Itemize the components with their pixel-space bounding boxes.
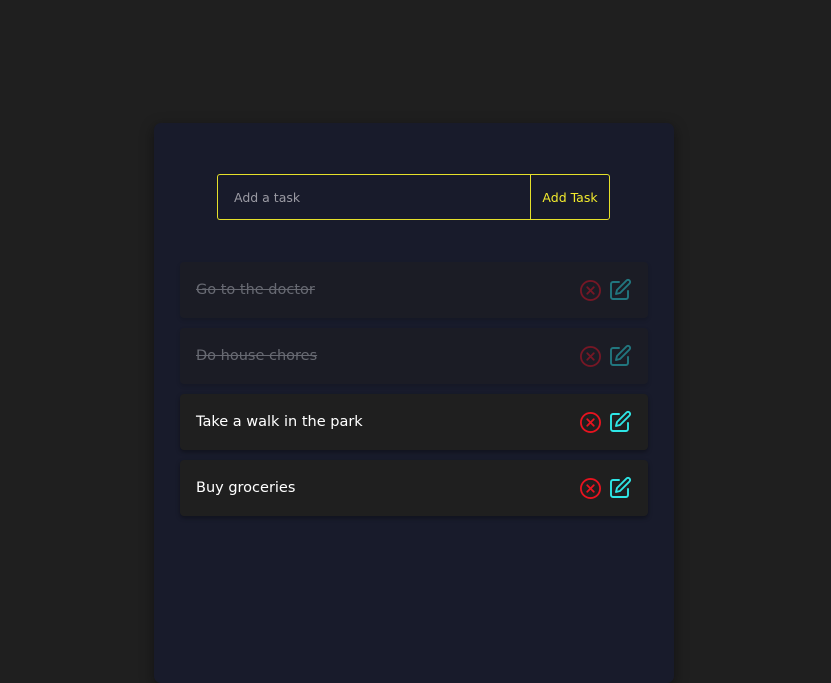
add-task-form: Add Task <box>217 174 610 220</box>
task-list: Go to the doctor Do house chores Take a wa… <box>180 262 648 526</box>
task-text[interactable]: Take a walk in the park <box>196 414 578 430</box>
task-text[interactable]: Go to the doctor <box>196 282 578 298</box>
task-input[interactable] <box>217 174 530 220</box>
task-actions <box>578 410 632 434</box>
edit-task-edit-icon[interactable] <box>608 476 632 500</box>
task-item[interactable]: Go to the doctor <box>180 262 648 318</box>
task-text[interactable]: Do house chores <box>196 348 578 364</box>
add-task-button[interactable]: Add Task <box>530 174 610 220</box>
task-actions <box>578 476 632 500</box>
todo-card: Add Task Go to the doctor Do house chores… <box>154 123 674 683</box>
delete-task-close-circle-icon[interactable] <box>578 344 602 368</box>
delete-task-close-circle-icon[interactable] <box>578 410 602 434</box>
edit-task-edit-icon[interactable] <box>608 344 632 368</box>
delete-task-close-circle-icon[interactable] <box>578 476 602 500</box>
task-item[interactable]: Buy groceries <box>180 460 648 516</box>
task-item[interactable]: Do house chores <box>180 328 648 384</box>
edit-task-edit-icon[interactable] <box>608 410 632 434</box>
task-text[interactable]: Buy groceries <box>196 480 578 496</box>
task-actions <box>578 278 632 302</box>
delete-task-close-circle-icon[interactable] <box>578 278 602 302</box>
task-actions <box>578 344 632 368</box>
task-item[interactable]: Take a walk in the park <box>180 394 648 450</box>
edit-task-edit-icon[interactable] <box>608 278 632 302</box>
